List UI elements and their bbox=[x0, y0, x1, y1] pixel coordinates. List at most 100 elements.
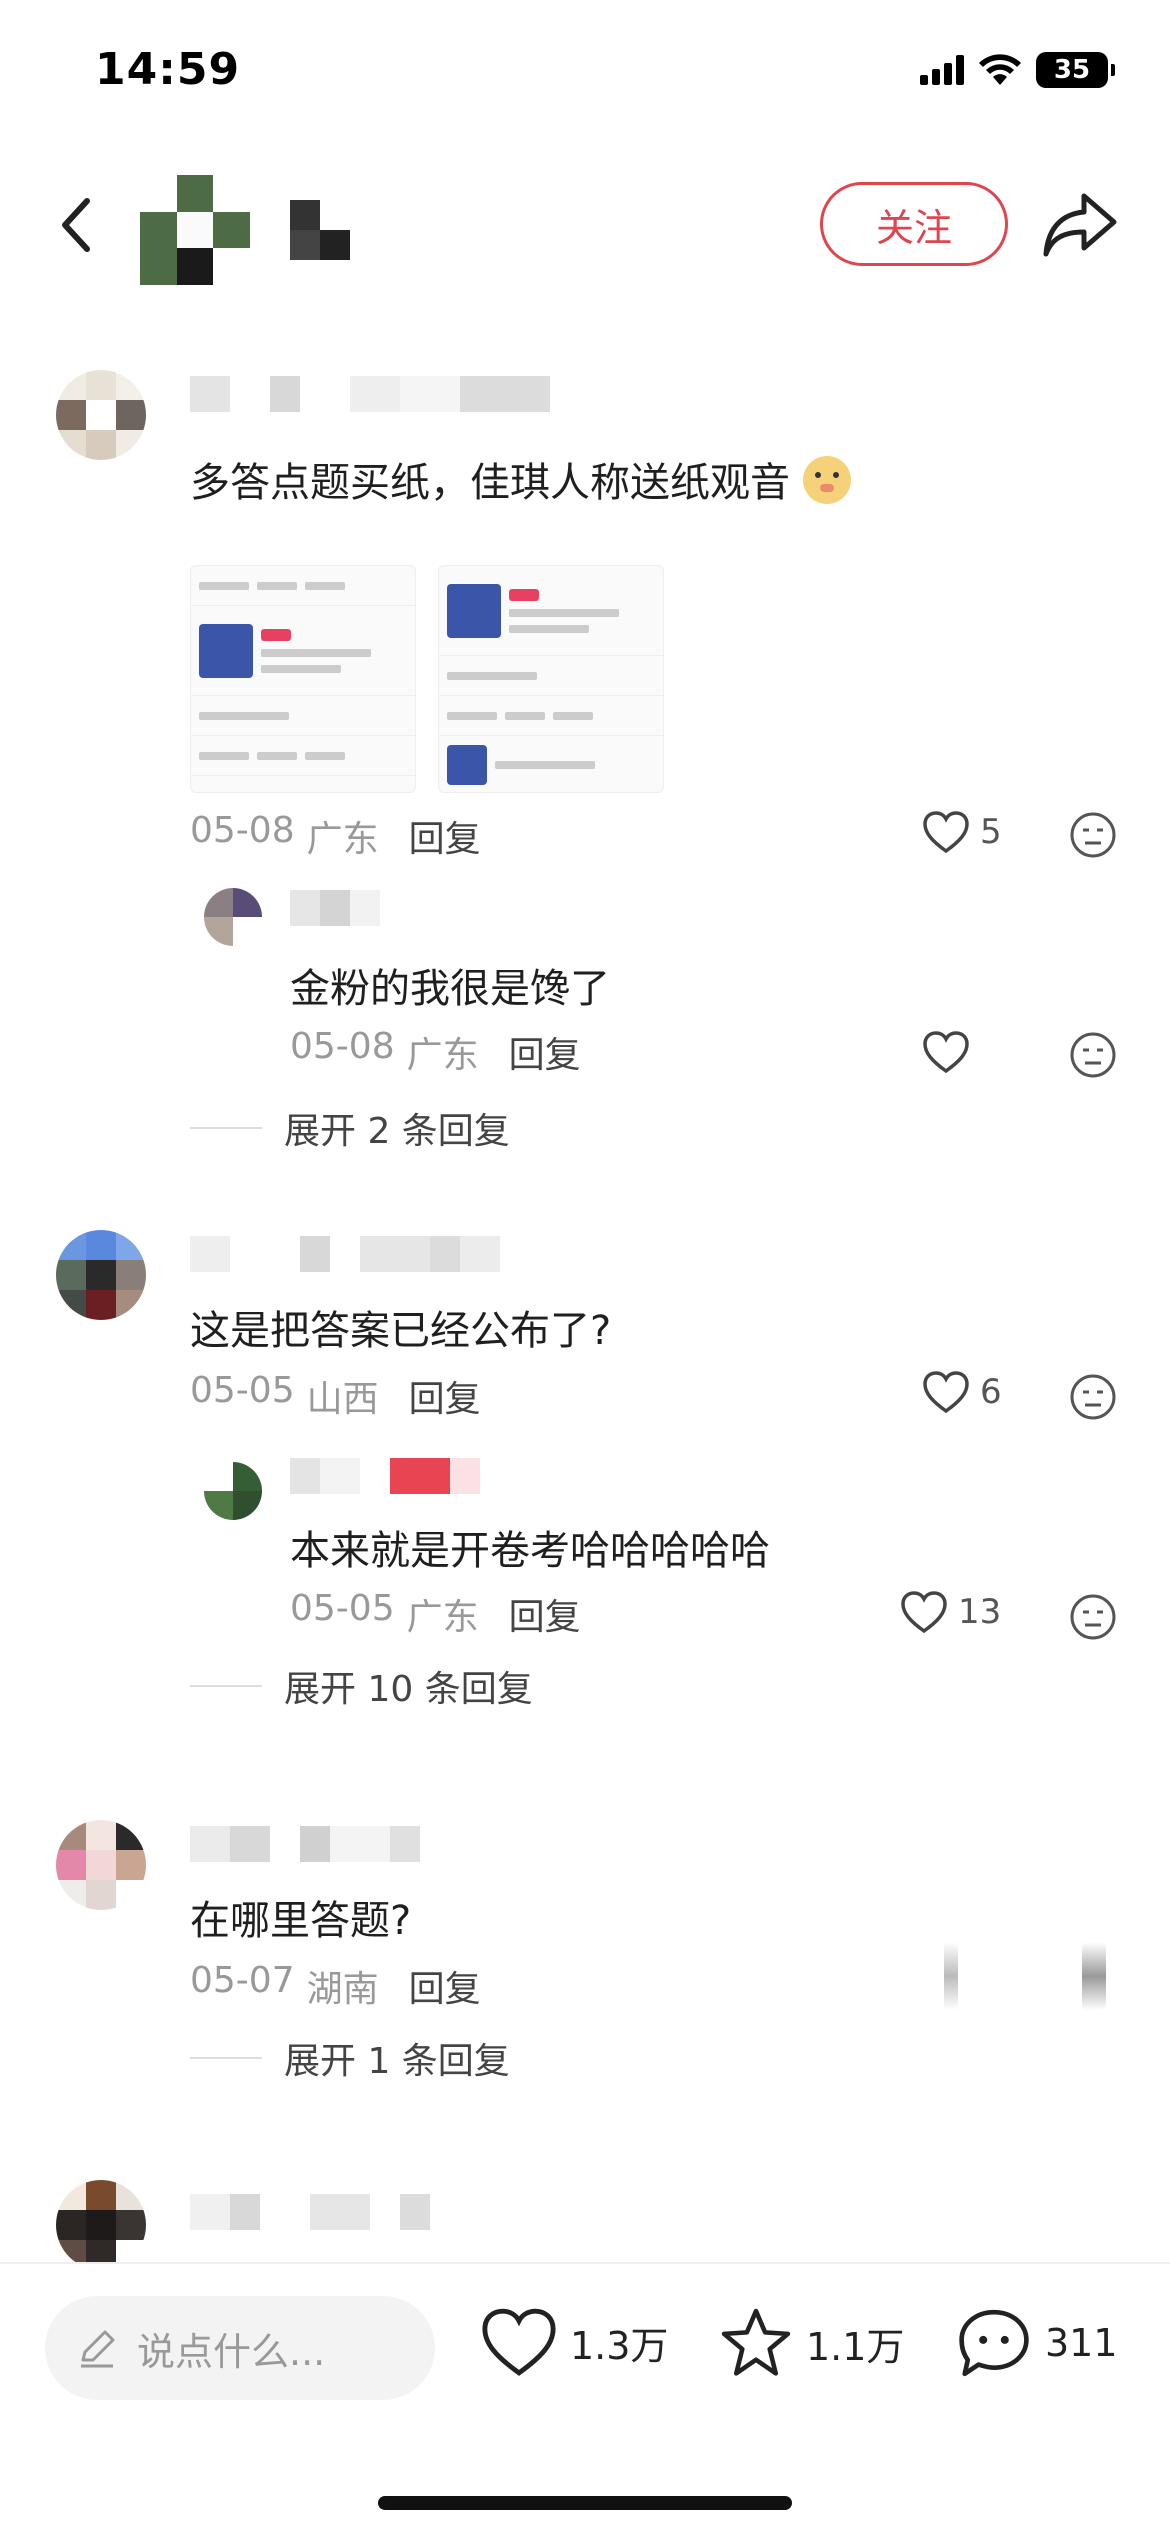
comment-text-content: 多答点题买纸，佳琪人称送纸观音 bbox=[190, 460, 790, 506]
like-count: 6 bbox=[980, 1372, 1002, 1412]
like-count: 5 bbox=[980, 812, 1002, 852]
status-time: 14:59 bbox=[95, 44, 241, 95]
author-avatar[interactable] bbox=[140, 175, 250, 285]
reply-meta: 05-08 广东 回复 bbox=[290, 1026, 581, 1078]
commenter-avatar[interactable] bbox=[56, 2180, 146, 2270]
comment-date: 05-08 bbox=[190, 810, 295, 851]
comment-text: 在哪里答题? bbox=[190, 1898, 412, 1944]
expand-replies-button[interactable]: 展开 10 条回复 bbox=[190, 1660, 533, 1712]
like-button[interactable] bbox=[944, 1942, 958, 2010]
commenter-name-redacted[interactable] bbox=[190, 2194, 430, 2230]
like-button[interactable]: 6 bbox=[922, 1370, 1002, 1414]
wifi-icon bbox=[979, 54, 1021, 85]
reply-text: 本来就是开卷考哈哈哈哈哈 bbox=[290, 1528, 770, 1574]
home-indicator[interactable] bbox=[378, 2496, 792, 2510]
comment-date: 05-05 bbox=[190, 1370, 295, 1411]
replier-avatar[interactable] bbox=[204, 888, 262, 946]
reply-button[interactable]: 回复 bbox=[509, 1026, 581, 1078]
dislike-button[interactable] bbox=[1082, 1942, 1106, 2010]
comment-location: 广东 bbox=[306, 819, 379, 860]
post-like-button[interactable]: 1.3万 bbox=[480, 2306, 668, 2378]
reply-button[interactable]: 回复 bbox=[409, 1960, 481, 2012]
comment-item: 这是把答案已经公布了? 05-05 山西 回复 6 本来就是开卷考哈哈哈哈哈 0… bbox=[0, 1230, 1170, 1710]
reply-text: 金粉的我很是馋了 bbox=[290, 966, 610, 1012]
post-comment-button[interactable]: 311 bbox=[955, 2306, 1118, 2380]
heart-icon bbox=[482, 2308, 556, 2376]
comment-input[interactable]: 说点什么... bbox=[45, 2296, 435, 2400]
divider bbox=[190, 1685, 262, 1687]
bear-emoji-icon bbox=[802, 456, 851, 504]
like-button[interactable]: 13 bbox=[900, 1590, 1001, 1634]
commenter-name-redacted[interactable] bbox=[190, 1236, 500, 1272]
star-icon bbox=[721, 2308, 791, 2376]
commenter-avatar[interactable] bbox=[56, 370, 146, 460]
like-button[interactable] bbox=[922, 1030, 970, 1074]
heart-icon bbox=[901, 1591, 947, 1634]
post-header: 关注 bbox=[0, 150, 1170, 300]
comment-text: 多答点题买纸，佳琪人称送纸观音 bbox=[190, 450, 851, 508]
back-button[interactable] bbox=[45, 190, 105, 260]
like-count: 13 bbox=[958, 1592, 1002, 1632]
comment-item: 在哪里答题? 05-07 湖南 回复 展开 1 条回复 bbox=[0, 1820, 1170, 2082]
heart-icon bbox=[923, 1031, 969, 1074]
post-favorite-count: 1.1万 bbox=[806, 2324, 905, 2369]
expand-replies-button[interactable]: 展开 2 条回复 bbox=[190, 1102, 510, 1154]
divider bbox=[190, 2057, 262, 2059]
comment-image[interactable] bbox=[190, 565, 416, 793]
comment-date: 05-07 bbox=[190, 1960, 295, 2001]
comment-location: 山西 bbox=[306, 1379, 379, 1420]
commenter-avatar[interactable] bbox=[56, 1820, 146, 1910]
back-icon bbox=[62, 198, 90, 252]
comment-images bbox=[190, 565, 664, 793]
commenter-name-redacted[interactable] bbox=[190, 1826, 420, 1862]
status-bar: 14:59 35 bbox=[0, 0, 1170, 150]
follow-button[interactable]: 关注 bbox=[820, 182, 1008, 266]
cellular-signal-icon bbox=[920, 55, 964, 85]
comment-meta: 05-08 广东 回复 bbox=[190, 810, 481, 862]
reply-date: 05-08 bbox=[290, 1026, 395, 1067]
reply-button[interactable]: 回复 bbox=[509, 1588, 581, 1640]
expand-replies-label: 展开 2 条回复 bbox=[284, 1111, 510, 1152]
commenter-name-redacted[interactable] bbox=[190, 376, 550, 412]
comment-image[interactable] bbox=[438, 565, 664, 793]
heart-icon bbox=[923, 1371, 969, 1414]
comment-meta: 05-05 山西 回复 bbox=[190, 1370, 481, 1422]
heart-icon bbox=[923, 811, 969, 854]
bottom-action-bar: 说点什么... 1.3万 1.1万 311 bbox=[0, 2262, 1170, 2532]
like-button[interactable]: 5 bbox=[922, 810, 1002, 854]
reply-button[interactable]: 回复 bbox=[409, 810, 481, 862]
dislike-face-icon[interactable] bbox=[1068, 1030, 1118, 1080]
comment-item bbox=[0, 2180, 1170, 2270]
pen-icon bbox=[81, 2330, 115, 2368]
replier-name-redacted[interactable] bbox=[290, 1458, 480, 1494]
comment-input-placeholder: 说点什么... bbox=[137, 2329, 326, 2374]
dislike-face-icon[interactable] bbox=[1068, 810, 1118, 860]
author-name-redacted[interactable] bbox=[290, 200, 350, 260]
dislike-face-icon[interactable] bbox=[1068, 1372, 1118, 1422]
commenter-avatar[interactable] bbox=[56, 1230, 146, 1320]
comment-bubble-icon bbox=[959, 2309, 1029, 2377]
post-like-count: 1.3万 bbox=[570, 2323, 669, 2368]
post-comment-count: 311 bbox=[1045, 2321, 1118, 2365]
battery-indicator: 35 bbox=[1036, 52, 1115, 88]
reply-meta: 05-05 广东 回复 bbox=[290, 1588, 581, 1640]
share-button[interactable] bbox=[1040, 188, 1120, 262]
replier-name-redacted[interactable] bbox=[290, 890, 380, 926]
expand-replies-label: 展开 1 条回复 bbox=[284, 2041, 510, 2082]
expand-replies-label: 展开 10 条回复 bbox=[284, 1669, 533, 1710]
dislike-face-icon[interactable] bbox=[1068, 1592, 1118, 1642]
share-icon bbox=[1043, 193, 1117, 257]
reply-date: 05-05 bbox=[290, 1588, 395, 1629]
comment-location: 湖南 bbox=[306, 1969, 379, 2010]
comment-meta: 05-07 湖南 回复 bbox=[190, 1960, 481, 2012]
status-icons: 35 bbox=[920, 52, 1115, 88]
reply-location: 广东 bbox=[406, 1597, 479, 1638]
divider bbox=[190, 1127, 262, 1129]
post-favorite-button[interactable]: 1.1万 bbox=[718, 2306, 904, 2380]
expand-replies-button[interactable]: 展开 1 条回复 bbox=[190, 2032, 510, 2084]
comment-item: 多答点题买纸，佳琪人称送纸观音 05-08 广东 回复 5 金粉的我很是馋了 0… bbox=[0, 370, 1170, 1152]
reply-button[interactable]: 回复 bbox=[409, 1370, 481, 1422]
reply-location: 广东 bbox=[406, 1035, 479, 1076]
replier-avatar[interactable] bbox=[204, 1462, 262, 1520]
comment-text: 这是把答案已经公布了? bbox=[190, 1308, 612, 1354]
